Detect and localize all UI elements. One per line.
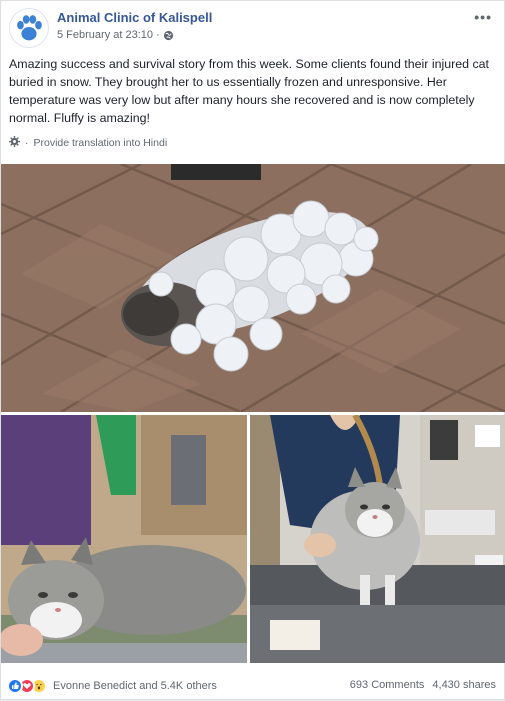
translation-link[interactable]: · Provide translation into Hindi <box>9 136 167 150</box>
post-card: Animal Clinic of Kalispell 5 February at… <box>0 0 505 700</box>
meta-separator: · <box>156 29 160 41</box>
photo-frozen-cat[interactable] <box>1 164 505 412</box>
globe-icon[interactable] <box>163 30 174 41</box>
photo-cat-recovered[interactable] <box>250 415 505 663</box>
paw-logo-icon <box>17 15 42 41</box>
post-footer: Evonne Benedict and 5.4K others 693 Comm… <box>1 669 505 701</box>
post-body-text: Amazing success and survival story from … <box>9 57 489 125</box>
page-avatar[interactable] <box>9 8 49 48</box>
shares-count-link[interactable]: 4,430 shares <box>432 679 496 691</box>
like-reaction-icon <box>7 678 23 694</box>
post-meta: 5 February at 23:10 · <box>57 29 174 41</box>
translation-dot: · <box>25 137 29 149</box>
engagement-counts: 693 Comments 4,430 shares <box>350 679 496 691</box>
reaction-summary[interactable]: Evonne Benedict and 5.4K others <box>7 678 217 694</box>
post-timestamp[interactable]: 5 February at 23:10 <box>57 29 153 41</box>
translation-label: Provide translation into Hindi <box>33 137 168 149</box>
more-options-icon[interactable]: ••• <box>474 9 492 25</box>
gear-icon <box>9 136 20 150</box>
comments-count-link[interactable]: 693 Comments <box>350 679 425 691</box>
page-name-link[interactable]: Animal Clinic of Kalispell <box>57 10 212 25</box>
reaction-names[interactable]: Evonne Benedict and 5.4K others <box>53 680 217 692</box>
photo-cat-blow-dry[interactable] <box>1 415 247 663</box>
